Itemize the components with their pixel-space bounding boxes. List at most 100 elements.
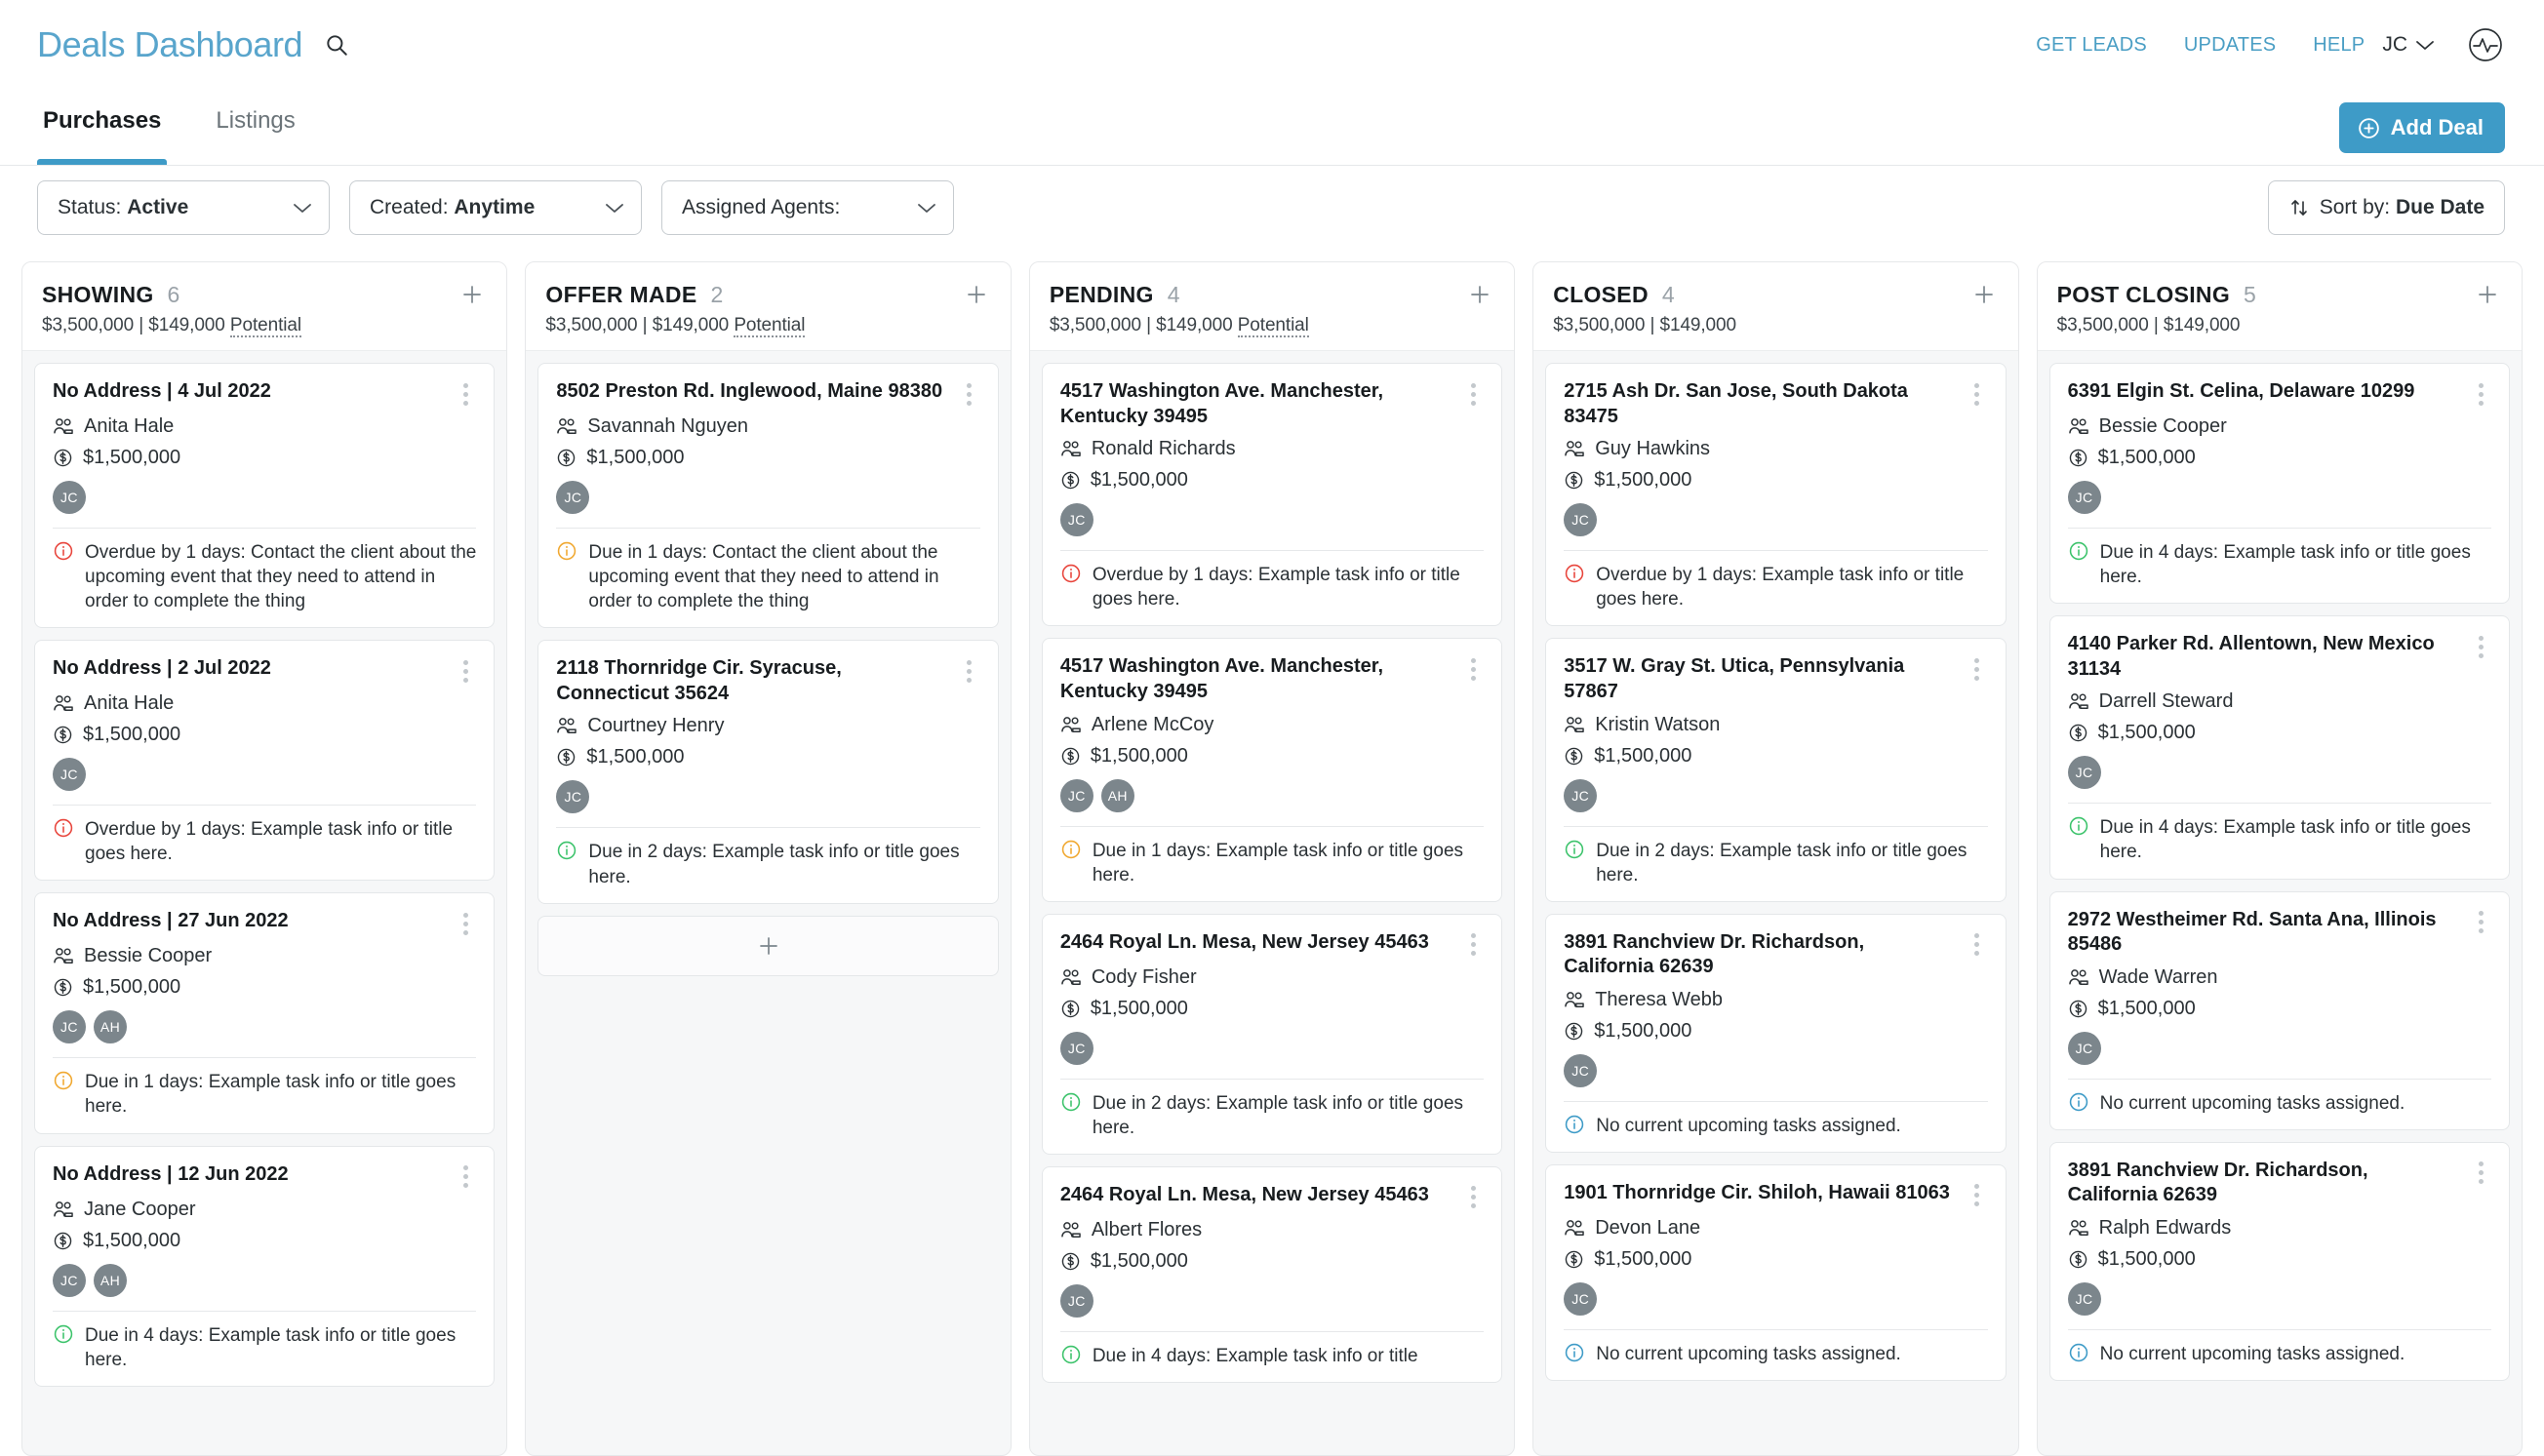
nav-updates[interactable]: UPDATES — [2184, 34, 2276, 57]
card-divider — [1059, 550, 1485, 552]
add-card-placeholder[interactable] — [537, 915, 999, 976]
deal-card[interactable]: No Address | 27 Jun 2022 Bessie Cooper $1,… — [34, 892, 496, 1134]
card-more-options-icon[interactable] — [1967, 1183, 1988, 1208]
card-more-options-icon[interactable] — [1462, 656, 1484, 682]
deal-card[interactable]: 1901 Thornridge Cir. Shiloh, Hawaii 8106… — [1545, 1163, 2007, 1382]
deal-card-title: 4517 Washington Ave. Manchester, Kentuck… — [1059, 655, 1384, 702]
task-status-icon — [53, 540, 74, 562]
deal-card[interactable]: 2464 Royal Ln. Mesa, New Jersey 45463 Alb… — [1041, 1165, 1503, 1383]
card-more-options-icon[interactable] — [2470, 910, 2491, 935]
card-more-options-icon[interactable] — [959, 381, 980, 407]
status-filter[interactable]: Status: Active — [37, 180, 330, 235]
card-divider — [556, 827, 980, 829]
sort-by-control[interactable]: Sort by: Due Date — [2267, 180, 2505, 235]
assigned-agent-avatars: JC — [1564, 503, 1987, 537]
card-divider — [1564, 1328, 1988, 1330]
deal-task-row: Due in 2 days: Example task info or titl… — [1060, 1091, 1484, 1140]
deal-client-name: Albert Flores — [1091, 1218, 1203, 1240]
tab-listings-label: Listings — [216, 106, 296, 134]
card-more-options-icon[interactable] — [455, 658, 476, 684]
card-more-options-icon[interactable] — [455, 381, 476, 407]
avatar: JC — [2067, 481, 2101, 514]
tab-listings[interactable]: Listings — [210, 90, 300, 165]
deal-card[interactable]: No Address | 4 Jul 2022 Anita Hale $1,500,… — [34, 363, 496, 629]
deal-card[interactable]: No Address | 2 Jul 2022 Anita Hale $1,500,… — [34, 640, 496, 882]
board-column-post-closing: POST CLOSING 5 $3,500,000 | $149,000 6391 E… — [2036, 261, 2524, 1456]
deal-card[interactable]: 4517 Washington Ave. Manchester, Kentuck… — [1041, 638, 1503, 902]
card-more-options-icon[interactable] — [2470, 1161, 2491, 1186]
deal-task-text: Due in 2 days: Example task info or titl… — [1092, 1092, 1464, 1138]
card-divider — [2067, 803, 2492, 805]
deal-task-row: Overdue by 1 days: Example task info or … — [1564, 563, 1987, 611]
nav-get-leads[interactable]: GET LEADS — [2036, 34, 2147, 57]
board-column-offer-made: OFFER MADE 2 $3,500,000 | $149,000 Potenti… — [525, 261, 1012, 1456]
deal-card[interactable]: 2118 Thornridge Cir. Syracuse, Connectic… — [537, 640, 999, 904]
deal-client-name: Kristin Watson — [1595, 713, 1721, 735]
card-more-options-icon[interactable] — [455, 911, 476, 936]
deal-card[interactable]: 6391 Elgin St. Celina, Delaware 10299 Bes… — [2048, 363, 2511, 605]
deal-amount: $1,500,000 — [83, 447, 181, 468]
deal-amount: $1,500,000 — [1090, 744, 1188, 767]
deal-amount: $1,500,000 — [83, 724, 181, 746]
deal-card-title: No Address | 12 Jun 2022 — [53, 1162, 289, 1185]
avatar: JC — [1059, 778, 1093, 812]
dollar-icon — [53, 725, 73, 745]
column-add-card-icon[interactable] — [962, 280, 991, 309]
deal-card[interactable]: 3891 Ranchview Dr. Richardson, Californi… — [1545, 913, 2007, 1153]
deal-card[interactable]: 4517 Washington Ave. Manchester, Kentuck… — [1041, 363, 1503, 627]
deal-client-name: Bessie Cooper — [2098, 415, 2227, 437]
column-count: 2 — [710, 281, 724, 307]
avatar: JC — [1564, 503, 1598, 537]
card-more-options-icon[interactable] — [1462, 1185, 1484, 1210]
nav-help[interactable]: HELP — [2313, 34, 2365, 57]
deal-client-name: Cody Fisher — [1091, 965, 1197, 988]
deal-amount: $1,500,000 — [1594, 744, 1692, 767]
deal-card-title: 4140 Parker Rd. Allentown, New Mexico 31… — [2067, 633, 2435, 680]
avatar: JC — [53, 481, 86, 514]
deal-card[interactable]: 8502 Preston Rd. Inglewood, Maine 98380 S… — [537, 363, 999, 629]
deal-task-text: Overdue by 1 days: Example task info or … — [1092, 565, 1460, 610]
people-icon — [556, 417, 577, 436]
user-menu[interactable]: JC — [2382, 33, 2435, 57]
deal-card[interactable]: 4140 Parker Rd. Allentown, New Mexico 31… — [2048, 615, 2511, 880]
column-potential-label: Potential — [1237, 315, 1309, 337]
deal-card[interactable]: 2464 Royal Ln. Mesa, New Jersey 45463 Cod… — [1041, 913, 1503, 1155]
deal-card[interactable]: 2715 Ash Dr. San Jose, South Dakota 8347… — [1545, 363, 2007, 627]
column-add-card-icon[interactable] — [1969, 280, 1999, 309]
pulse-logo-icon[interactable] — [2466, 25, 2505, 64]
tab-purchases-label: Purchases — [43, 106, 162, 134]
card-more-options-icon[interactable] — [1462, 932, 1484, 958]
column-count: 5 — [2244, 281, 2256, 307]
created-filter[interactable]: Created: Anytime — [349, 180, 642, 235]
card-more-options-icon[interactable] — [2470, 381, 2491, 407]
deal-task-row: Due in 1 days: Contact the client about … — [556, 540, 979, 613]
deal-task-text: Due in 1 days: Example task info or titl… — [85, 1072, 457, 1118]
card-more-options-icon[interactable] — [1967, 656, 1988, 682]
card-more-options-icon[interactable] — [455, 1164, 476, 1190]
task-status-icon — [2068, 540, 2089, 562]
search-icon[interactable] — [320, 28, 353, 61]
deal-card[interactable]: 3517 W. Gray St. Utica, Pennsylvania 578… — [1545, 638, 2007, 902]
card-more-options-icon[interactable] — [1967, 381, 1988, 407]
people-icon — [1564, 440, 1585, 458]
deal-card[interactable]: No Address | 12 Jun 2022 Jane Cooper $1,50… — [34, 1145, 496, 1387]
deal-task-text: Overdue by 1 days: Example task info or … — [1596, 565, 1965, 610]
card-more-options-icon[interactable] — [959, 658, 980, 684]
deal-card[interactable]: 2972 Westheimer Rd. Santa Ana, Illinois … — [2048, 890, 2511, 1130]
card-more-options-icon[interactable] — [2470, 634, 2491, 659]
card-more-options-icon[interactable] — [1967, 932, 1988, 958]
assigned-agents-filter[interactable]: Assigned Agents: — [661, 180, 954, 235]
deal-client-name: Courtney Henry — [587, 715, 725, 737]
column-add-card-icon[interactable] — [1465, 280, 1494, 309]
column-add-card-icon[interactable] — [457, 280, 487, 309]
deal-amount: $1,500,000 — [1594, 469, 1692, 492]
add-deal-button[interactable]: Add Deal — [2338, 102, 2505, 153]
deal-card[interactable]: 3891 Ranchview Dr. Richardson, Californi… — [2048, 1141, 2511, 1382]
tab-purchases[interactable]: Purchases — [37, 90, 168, 165]
status-filter-label: Status: Active — [58, 196, 189, 218]
column-add-card-icon[interactable] — [2473, 280, 2502, 309]
dollar-icon — [1564, 1021, 1584, 1042]
card-more-options-icon[interactable] — [1462, 381, 1484, 407]
task-status-icon — [2068, 815, 2089, 837]
people-icon — [1564, 991, 1585, 1009]
